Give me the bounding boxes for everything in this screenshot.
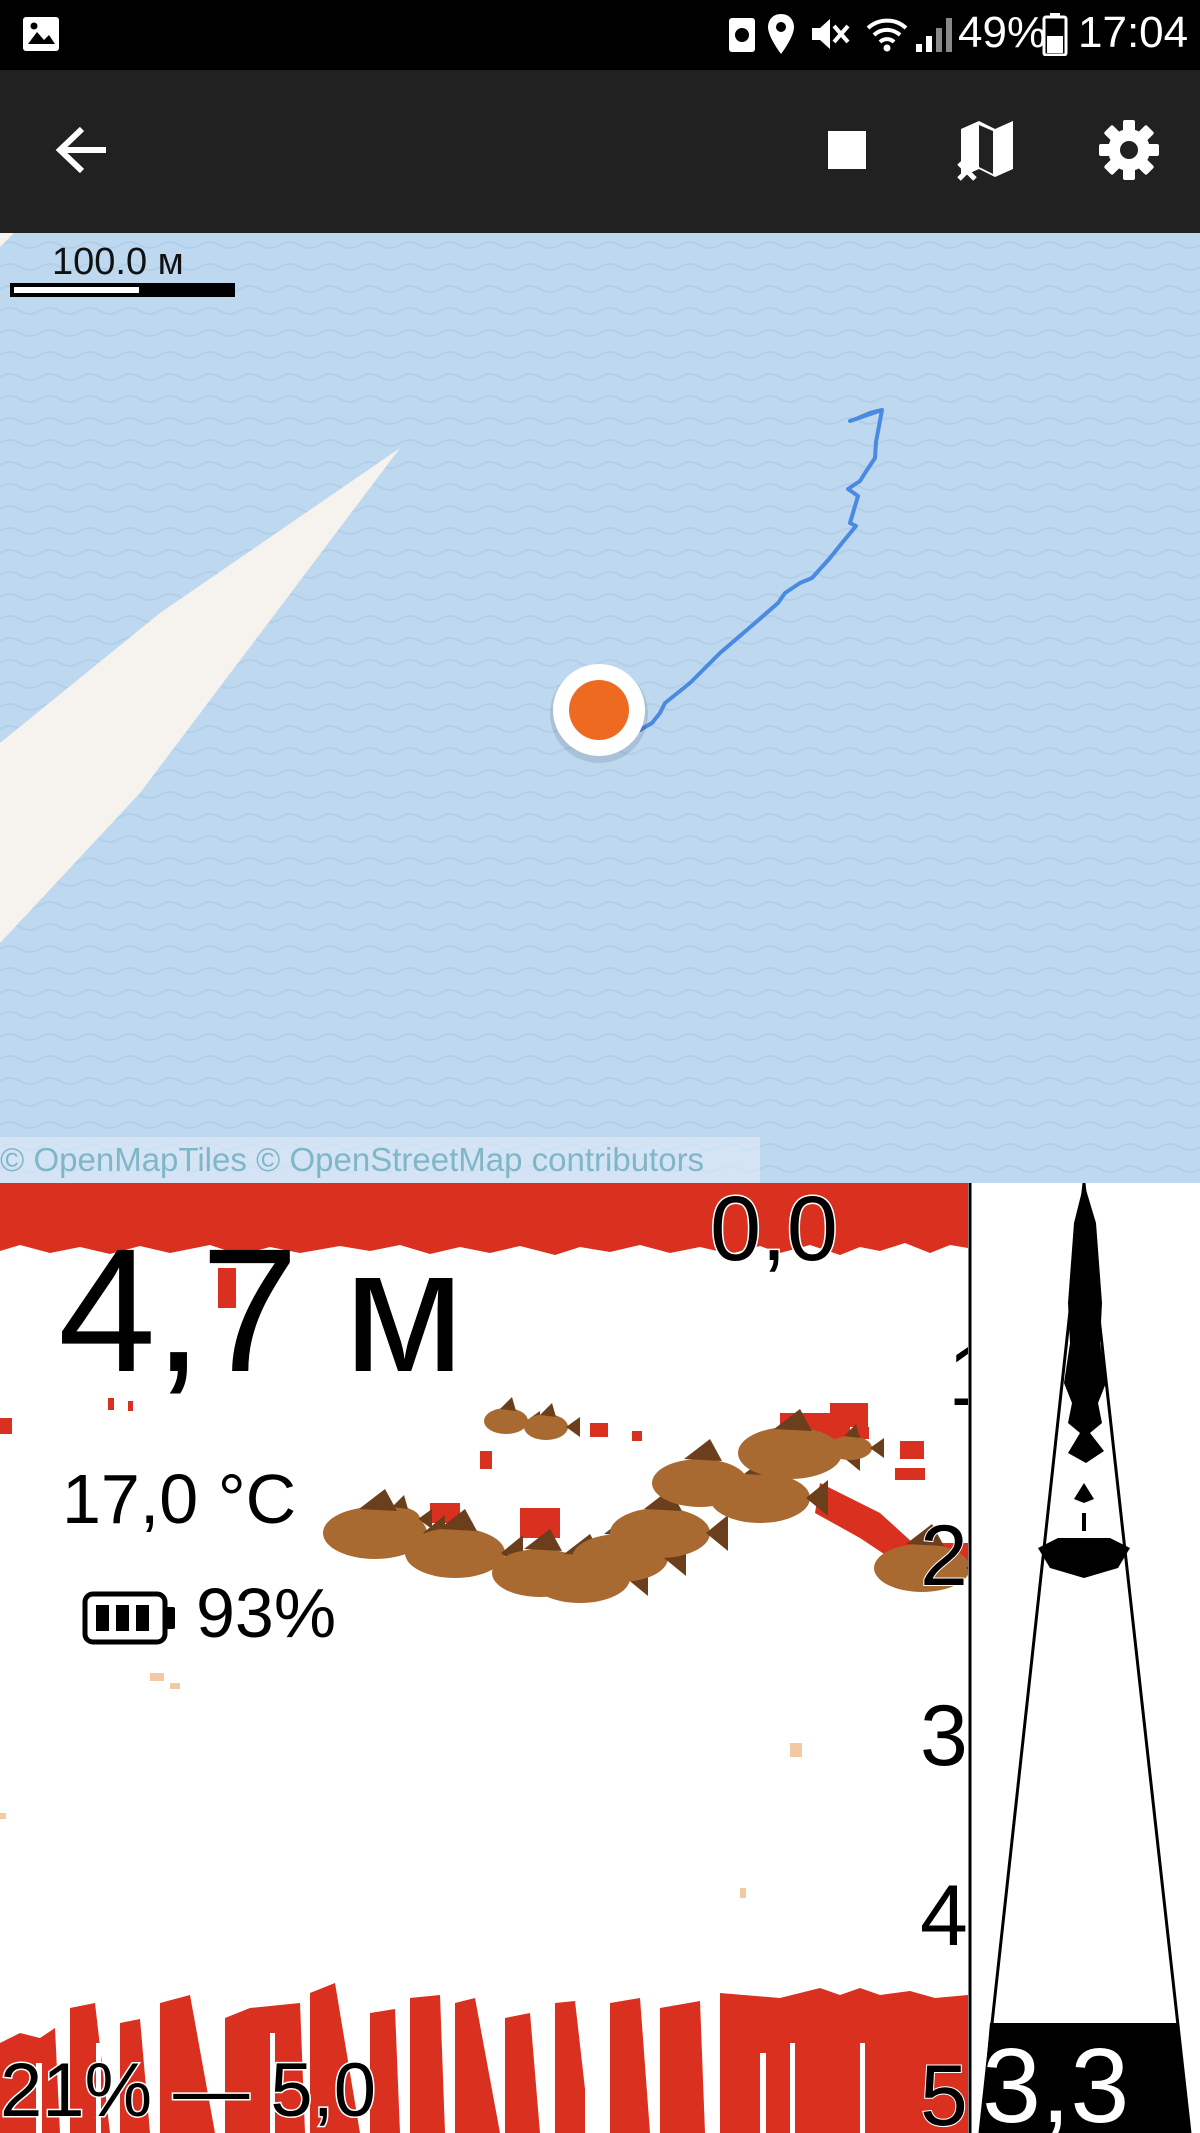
scale-bar [10, 283, 235, 297]
scale-label: 100.0 м [52, 241, 184, 283]
depth-scale-top: 0,0 [709, 1183, 840, 1280]
stop-icon [828, 131, 866, 169]
depth-tick: 1 [947, 1332, 968, 1420]
map-off-icon [957, 121, 1013, 181]
map-view[interactable]: 100.0 м © OpenMapTiles © OpenStreetMap c… [0, 233, 1200, 1183]
fish-icons [323, 1397, 968, 1603]
depth-tick: 3 [919, 1688, 968, 1784]
depth-tick: 4 [919, 1868, 968, 1964]
status-battery-text: 49% [958, 8, 1047, 57]
gain-range-info: 21% — 5,0 [0, 2048, 378, 2133]
battery-icon [82, 1591, 175, 1645]
depth-tick: 5 [919, 2048, 968, 2133]
depth-tick: 2 [919, 1508, 968, 1604]
status-bar: 49% 17:04 [0, 0, 1200, 70]
settings-button[interactable] [1069, 90, 1189, 210]
app-toolbar [0, 70, 1200, 233]
battery-icon [1042, 13, 1068, 56]
image-icon [23, 17, 59, 51]
back-button[interactable] [22, 90, 142, 210]
back-arrow-icon [55, 126, 106, 174]
sonar-view[interactable]: 4,7 м 17,0 °C 93% 0,0 1 2 3 4 5 21% — 5,… [0, 1183, 968, 2133]
signal-icon [916, 18, 952, 52]
map-canvas [0, 233, 1200, 1183]
mute-icon [812, 19, 850, 49]
gear-icon [1099, 120, 1159, 180]
map-attribution[interactable]: © OpenMapTiles © OpenStreetMap contribut… [0, 1137, 760, 1183]
app-notification-icon [729, 18, 755, 52]
flasher-beam [968, 1183, 1192, 2133]
status-time: 17:04 [1078, 8, 1189, 57]
location-icon [768, 14, 794, 54]
current-depth: 4,7 м [58, 1213, 465, 1409]
flasher-view[interactable]: 3,3 [968, 1183, 1200, 2133]
stop-button[interactable] [787, 90, 907, 210]
map-toggle-button[interactable] [926, 90, 1046, 210]
wifi-icon [866, 18, 908, 52]
sensor-battery: 93% [196, 1574, 337, 1652]
flasher-depth-value: 3,3 [980, 2027, 1130, 2133]
water-temperature: 17,0 °C [62, 1460, 297, 1538]
